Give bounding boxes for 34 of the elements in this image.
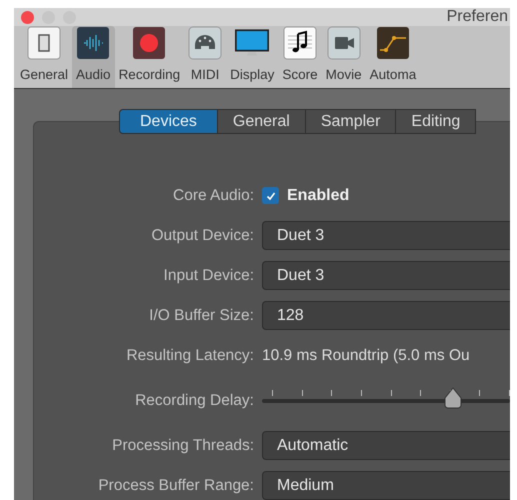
curve-icon [376, 26, 410, 60]
checkbox-label: Enabled [287, 186, 350, 204]
slider-thumb[interactable] [442, 386, 463, 408]
toolbar-item[interactable]: Automa [366, 26, 420, 88]
tab[interactable]: Sampler [306, 108, 396, 134]
toolbar-item[interactable]: General [16, 26, 72, 88]
window-title: Preferen [446, 8, 509, 26]
popup-menu[interactable]: Duet 3 [262, 221, 510, 250]
setting-label: Process Buffer Range: [97, 476, 255, 494]
checkbox[interactable] [262, 187, 279, 204]
tab[interactable]: General [218, 108, 306, 134]
toolbar-item[interactable]: Score [278, 26, 322, 88]
latency-value: 10.9 ms Roundtrip (5.0 ms Ou [262, 346, 470, 364]
setting-label: Processing Threads: [111, 436, 255, 454]
setting-label: Output Device: [150, 226, 255, 244]
setting-label: I/O Buffer Size: [148, 306, 255, 324]
waveform-icon [76, 26, 110, 60]
setting-label: Resulting Latency: [125, 346, 255, 364]
setting-label: Core Audio: [172, 186, 255, 204]
popup-menu[interactable]: Medium [262, 471, 510, 500]
toolbar-item[interactable]: Display [226, 26, 278, 88]
setting-label: Input Device: [162, 266, 255, 284]
popup-menu[interactable]: Duet 3 [262, 261, 510, 290]
popup-menu[interactable]: Automatic [262, 431, 510, 460]
check-icon [264, 190, 276, 202]
toolbar-item[interactable]: MIDI [184, 26, 226, 88]
toolbar-item[interactable]: Movie [322, 26, 366, 88]
toolbar-item[interactable]: Recording [114, 26, 184, 88]
toolbar-item[interactable]: Audio [72, 26, 115, 88]
record-icon [132, 26, 166, 60]
setting-label: Recording Delay: [134, 392, 255, 410]
tab[interactable]: Devices [119, 108, 218, 134]
popup-menu[interactable]: 128 [262, 301, 510, 330]
tab[interactable]: Editing [396, 108, 476, 134]
